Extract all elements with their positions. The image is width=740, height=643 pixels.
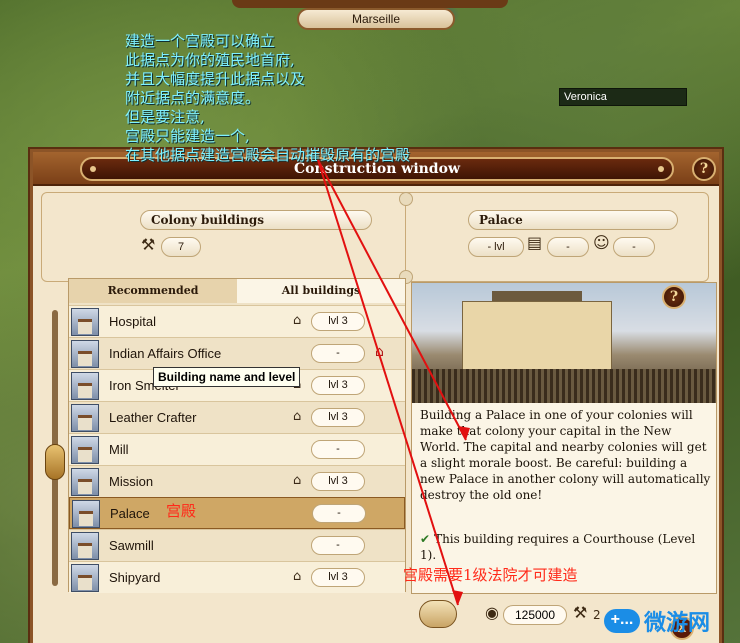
arrow-head-requirement (452, 590, 463, 605)
arrow-line-requirement (317, 159, 459, 606)
watermark-text: 微游网 (644, 611, 711, 636)
watermark-logo: +... 微游网 (604, 602, 738, 640)
watermark-bubble: +... (604, 609, 640, 633)
cn-palace-label: 宫殿 (166, 502, 197, 520)
cn-requirement-label: 宫殿需要1级法院才可建造 (403, 566, 578, 584)
tooltip: Building name and level (153, 367, 301, 387)
annotation-arrows (317, 159, 470, 606)
